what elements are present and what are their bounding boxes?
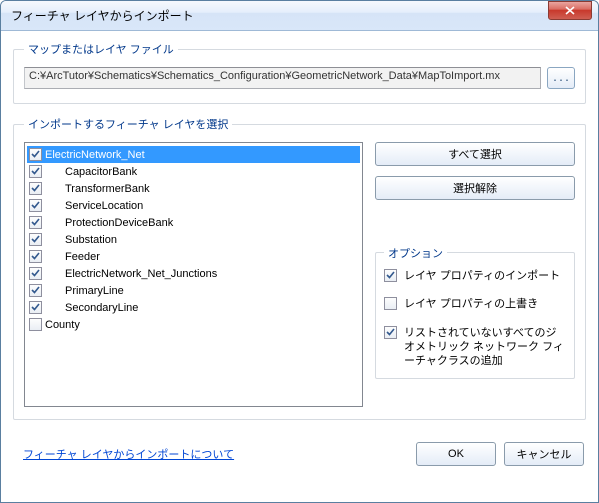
window-title: フィーチャ レイヤからインポート (11, 7, 548, 24)
layer-item[interactable]: PrimaryLine (27, 282, 360, 299)
options-legend: オプション (384, 245, 447, 261)
layer-item[interactable]: ElectricNetwork_Net_Junctions (27, 265, 360, 282)
layer-checkbox[interactable] (29, 284, 42, 297)
layer-checkbox[interactable] (29, 165, 42, 178)
dialog-content: マップまたはレイヤ ファイル C:¥ArcTutor¥Schematics¥Sc… (1, 31, 598, 440)
override-props-checkbox[interactable] (384, 297, 397, 310)
layer-checkbox[interactable] (29, 233, 42, 246)
layer-item[interactable]: ElectricNetwork_Net (27, 146, 360, 163)
layer-checkbox[interactable] (29, 182, 42, 195)
select-all-button[interactable]: すべて選択 (375, 142, 575, 166)
layer-item[interactable]: Feeder (27, 248, 360, 265)
layer-checkbox[interactable] (29, 267, 42, 280)
layer-checkbox[interactable] (29, 318, 42, 331)
browse-button[interactable]: ... (547, 67, 575, 89)
layer-label: Feeder (65, 251, 100, 263)
layer-label: ElectricNetwork_Net (45, 149, 145, 161)
layer-label: ProtectionDeviceBank (65, 217, 173, 229)
layer-label: ServiceLocation (65, 200, 143, 212)
layer-list[interactable]: ElectricNetwork_Net CapacitorBank Transfor… (24, 142, 363, 407)
layer-label: CapacitorBank (65, 166, 137, 178)
layer-item[interactable]: SecondaryLine (27, 299, 360, 316)
dialog-footer: フィーチャ レイヤからインポートについて OK キャンセル (1, 440, 598, 474)
ellipsis-icon: ... (552, 73, 570, 84)
file-section-legend: マップまたはレイヤ ファイル (24, 41, 178, 57)
import-props-label: レイヤ プロパティのインポート (404, 269, 560, 283)
layer-label: SecondaryLine (65, 302, 138, 314)
layer-item[interactable]: ProtectionDeviceBank (27, 214, 360, 231)
add-unlisted-label: リストされていないすべてのジオメトリック ネットワーク フィーチャクラスの追加 (404, 326, 566, 369)
layer-label: Substation (65, 234, 117, 246)
layers-section: インポートするフィーチャ レイヤを選択 ElectricNetwork_Net C… (13, 116, 586, 420)
layer-label: TransformerBank (65, 183, 150, 195)
layer-checkbox[interactable] (29, 301, 42, 314)
layers-section-legend: インポートするフィーチャ レイヤを選択 (24, 116, 232, 132)
layer-label: County (45, 319, 80, 331)
layer-checkbox[interactable] (29, 148, 42, 161)
file-path-input[interactable]: C:¥ArcTutor¥Schematics¥Schematics_Config… (24, 67, 541, 89)
override-props-label: レイヤ プロパティの上書き (404, 297, 538, 311)
layer-label: PrimaryLine (65, 285, 124, 297)
import-props-checkbox[interactable] (384, 269, 397, 282)
clear-selection-button[interactable]: 選択解除 (375, 176, 575, 200)
layer-label: ElectricNetwork_Net_Junctions (65, 268, 217, 280)
layer-item[interactable]: TransformerBank (27, 180, 360, 197)
layer-item[interactable]: County (27, 316, 360, 333)
layer-checkbox[interactable] (29, 199, 42, 212)
close-icon (565, 6, 575, 15)
layer-item[interactable]: ServiceLocation (27, 197, 360, 214)
cancel-button[interactable]: キャンセル (504, 442, 584, 466)
title-bar: フィーチャ レイヤからインポート (1, 1, 598, 31)
layer-checkbox[interactable] (29, 216, 42, 229)
layer-item[interactable]: Substation (27, 231, 360, 248)
help-link[interactable]: フィーチャ レイヤからインポートについて (23, 446, 234, 462)
layer-checkbox[interactable] (29, 250, 42, 263)
layer-item[interactable]: CapacitorBank (27, 163, 360, 180)
add-unlisted-checkbox[interactable] (384, 326, 397, 339)
ok-button[interactable]: OK (416, 442, 496, 466)
close-button[interactable] (548, 1, 592, 20)
file-section: マップまたはレイヤ ファイル C:¥ArcTutor¥Schematics¥Sc… (13, 41, 586, 104)
options-group: オプション レイヤ プロパティのインポート レイヤ プロパティの上書き リ (375, 252, 575, 379)
